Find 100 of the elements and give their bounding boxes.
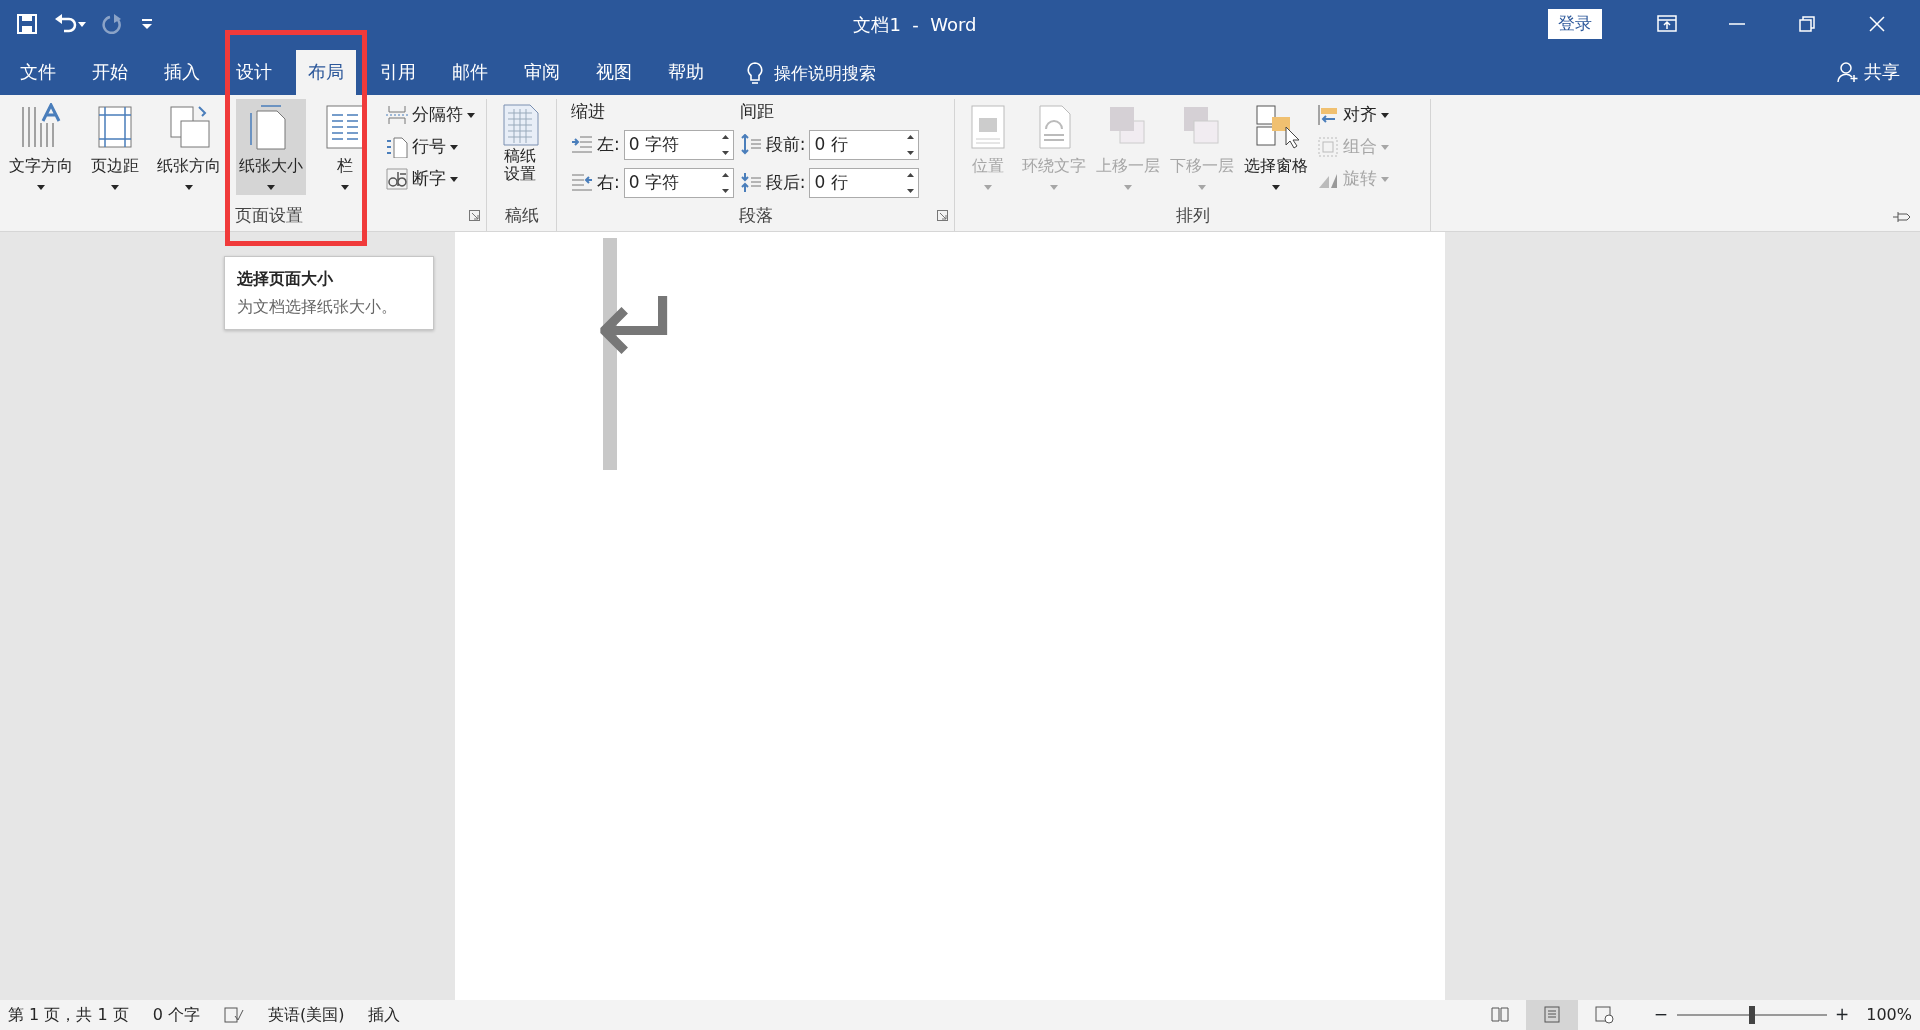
- ribbon-button[interactable]: 选择窗格: [1241, 99, 1311, 195]
- ribbon-button[interactable]: 栏: [318, 99, 372, 195]
- indent-left-icon: [571, 134, 593, 156]
- caret-icon: [1124, 184, 1132, 190]
- dialog-launcher-icon: [469, 210, 480, 221]
- section-heading: 缩进: [571, 100, 606, 123]
- ribbon-tab[interactable]: 视图: [584, 50, 644, 95]
- web-layout-icon: [1593, 1005, 1614, 1025]
- person-icon: [1837, 60, 1860, 83]
- zoom-in-button[interactable]: +: [1835, 1002, 1850, 1028]
- spin-field[interactable]: 0 行: [809, 167, 920, 198]
- ribbon-tab[interactable]: 文件: [8, 50, 68, 95]
- down-arrow-icon: [721, 188, 729, 193]
- line-numbers-icon: [386, 136, 408, 158]
- up-arrow-icon: [907, 135, 915, 139]
- group-label: 排列: [1175, 204, 1210, 227]
- ribbon-tab[interactable]: 引用: [368, 50, 428, 95]
- hyphenation-icon: [386, 168, 408, 190]
- ribbon-button[interactable]: 分隔符: [384, 99, 477, 131]
- ribbon-button[interactable]: 稿纸 设置: [493, 99, 547, 195]
- caret-icon: [267, 184, 275, 190]
- dialog-launcher-icon: [937, 210, 948, 221]
- ribbon-button[interactable]: 纸张大小: [236, 99, 306, 195]
- up-arrow-icon: [907, 172, 915, 177]
- field-label: 段后:: [765, 170, 806, 194]
- status-item[interactable]: 0 个字: [152, 1003, 200, 1027]
- caret-icon: [450, 176, 458, 182]
- indent-right-icon: [571, 171, 593, 194]
- window-title: 文档1 - Word: [852, 12, 978, 37]
- minimize-icon: [1729, 23, 1745, 25]
- spin-field[interactable]: 0 字符: [623, 130, 734, 160]
- lightbulb-icon: [745, 60, 765, 87]
- caret-icon: [1381, 112, 1389, 118]
- zoom-slider-thumb[interactable]: [1748, 1006, 1755, 1024]
- ribbon-button[interactable]: 对齐: [1315, 99, 1391, 131]
- group-label: 段落: [738, 204, 773, 227]
- spacing-after-icon: [739, 171, 762, 194]
- ribbon-tab[interactable]: 布局: [296, 50, 356, 95]
- ribbon-tab[interactable]: 帮助: [656, 50, 716, 95]
- read-mode-icon: [1489, 1005, 1510, 1025]
- status-item[interactable]: 英语(美国): [267, 1003, 345, 1027]
- caret-icon: [467, 112, 475, 118]
- ribbon-button[interactable]: 断字: [384, 163, 477, 195]
- field-value: 0 字符: [628, 133, 679, 157]
- ribbon-button[interactable]: 行号: [384, 131, 477, 163]
- caret-icon: [1272, 184, 1280, 190]
- field-label: 右:: [597, 170, 620, 194]
- ribbon-tab[interactable]: 设计: [224, 50, 284, 95]
- align-icon: [1317, 104, 1339, 126]
- down-arrow-icon: [907, 188, 915, 193]
- tooltip-title: 选择页面大小: [237, 268, 334, 290]
- down-arrow-icon: [721, 151, 729, 155]
- ribbon-tab[interactable]: 邮件: [440, 50, 500, 95]
- ribbon-tab[interactable]: 审阅: [512, 50, 572, 95]
- down-arrow-icon: [907, 151, 915, 155]
- spacing-before-icon: [739, 134, 762, 156]
- ribbon-tab[interactable]: 插入: [152, 50, 212, 95]
- caret-icon: [37, 184, 45, 190]
- print-layout-icon: [1541, 1005, 1562, 1025]
- spin-field[interactable]: 0 行: [809, 130, 920, 160]
- field-value: 0 行: [814, 133, 848, 157]
- ribbon-button[interactable]: 页边距: [88, 99, 142, 195]
- zoom-percent[interactable]: 100%: [1866, 1003, 1912, 1027]
- ribbon-display-icon: [1656, 13, 1678, 35]
- field-label: 段前:: [765, 133, 806, 157]
- caret-icon: [984, 184, 992, 190]
- field-value: 0 行: [814, 170, 848, 194]
- ribbon-button[interactable]: 文字方向: [6, 99, 76, 195]
- caret-icon: [450, 144, 458, 150]
- sign-in-button[interactable]: 登录: [1548, 9, 1602, 39]
- group-label: 稿纸: [504, 204, 539, 227]
- caret-icon: [78, 21, 86, 27]
- ribbon-button[interactable]: 纸张方向: [154, 99, 224, 195]
- field-label: 左:: [597, 133, 620, 157]
- caret-icon: [1381, 176, 1389, 182]
- redo-icon: [102, 13, 124, 36]
- caret-icon: [185, 184, 193, 190]
- save-icon: [16, 13, 38, 36]
- spin-field[interactable]: 0 字符: [623, 167, 734, 198]
- up-arrow-icon: [721, 135, 729, 139]
- tooltip-text: 为文档选择纸张大小。: [237, 296, 398, 319]
- share-button[interactable]: 共享: [1825, 50, 1912, 95]
- manuscript-paper-icon: [500, 103, 540, 147]
- pin-icon: [1891, 210, 1912, 223]
- caret-icon: [1381, 144, 1389, 150]
- caret-icon: [1198, 184, 1206, 190]
- status-item[interactable]: 插入: [368, 1003, 401, 1027]
- group-icon: [1317, 136, 1339, 158]
- tell-me-search[interactable]: 操作说明搜索: [773, 60, 876, 87]
- zoom-out-button[interactable]: −: [1653, 1002, 1668, 1028]
- field-value: 0 字符: [628, 170, 679, 194]
- caret-icon: [1050, 184, 1058, 190]
- ribbon-tab[interactable]: 开始: [80, 50, 140, 95]
- caret-icon: [341, 184, 349, 190]
- paragraph-mark: ↵: [595, 272, 688, 382]
- section-heading: 间距: [739, 100, 775, 123]
- proofing-icon: [223, 1006, 244, 1024]
- status-item[interactable]: 第 1 页，共 1 页: [8, 1003, 129, 1027]
- up-arrow-icon: [721, 172, 729, 177]
- group-label: 页面设置: [235, 204, 303, 227]
